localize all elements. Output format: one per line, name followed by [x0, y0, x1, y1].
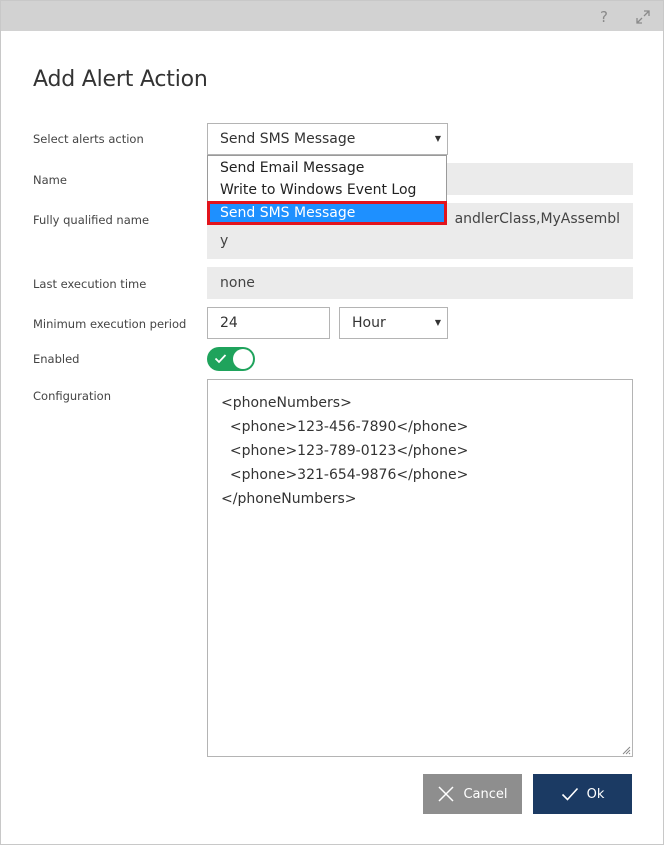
close-icon	[438, 786, 454, 802]
dropdown-option-sms[interactable]: Send SMS Message	[207, 201, 447, 225]
dropdown-arrow-icon: ▼	[434, 318, 441, 327]
config-line: <phoneNumbers>	[221, 395, 352, 411]
fqn-value-line2: y	[220, 233, 229, 249]
name-label: Name	[33, 173, 67, 187]
dialog-title: Add Alert Action	[33, 67, 208, 92]
fqn-label: Fully qualified name	[33, 213, 150, 227]
min-period-input[interactable]: 24	[207, 307, 330, 339]
dropdown-option-event-log[interactable]: Write to Windows Event Log	[208, 179, 446, 201]
configuration-label: Configuration	[33, 389, 111, 403]
expand-button[interactable]	[632, 6, 654, 28]
select-action-label: Select alerts action	[33, 132, 144, 146]
period-unit-select[interactable]: Hour ▼	[339, 307, 448, 339]
cancel-button-label: Cancel	[463, 786, 508, 802]
resize-grip-icon[interactable]	[621, 745, 631, 755]
config-line: <phone>123-456-7890</phone>	[221, 419, 469, 435]
period-unit-value: Hour	[352, 315, 386, 331]
configuration-textarea[interactable]: <phoneNumbers> <phone>123-456-7890</phon…	[207, 379, 633, 757]
ok-button-label: Ok	[586, 786, 605, 802]
dropdown-option-email[interactable]: Send Email Message	[208, 157, 446, 179]
enabled-toggle[interactable]	[207, 347, 255, 371]
enabled-label: Enabled	[33, 352, 80, 366]
checkmark-icon	[561, 787, 578, 801]
help-button[interactable]: ?	[593, 6, 615, 28]
ok-button[interactable]: Ok	[533, 774, 632, 814]
dropdown-arrow-icon: ▼	[434, 134, 441, 143]
add-alert-action-dialog: ? Add Alert Action Select alerts action …	[0, 0, 664, 845]
toggle-knob	[233, 349, 253, 369]
checkmark-icon	[214, 354, 227, 364]
expand-icon	[636, 10, 650, 24]
cancel-button[interactable]: Cancel	[423, 774, 522, 814]
config-line: </phoneNumbers>	[221, 491, 357, 507]
last-execution-field: none	[207, 267, 633, 299]
question-mark-icon: ?	[600, 8, 608, 26]
config-line: <phone>321-654-9876</phone>	[221, 467, 469, 483]
alert-action-dropdown: Send Email Message Write to Windows Even…	[207, 155, 447, 225]
alert-action-select[interactable]: Send SMS Message ▼	[207, 123, 448, 155]
alert-action-select-value: Send SMS Message	[220, 131, 356, 147]
last-execution-label: Last execution time	[33, 277, 147, 291]
title-bar: ?	[1, 1, 663, 31]
config-line: <phone>123-789-0123</phone>	[221, 443, 469, 459]
min-period-label: Minimum execution period	[33, 317, 187, 331]
